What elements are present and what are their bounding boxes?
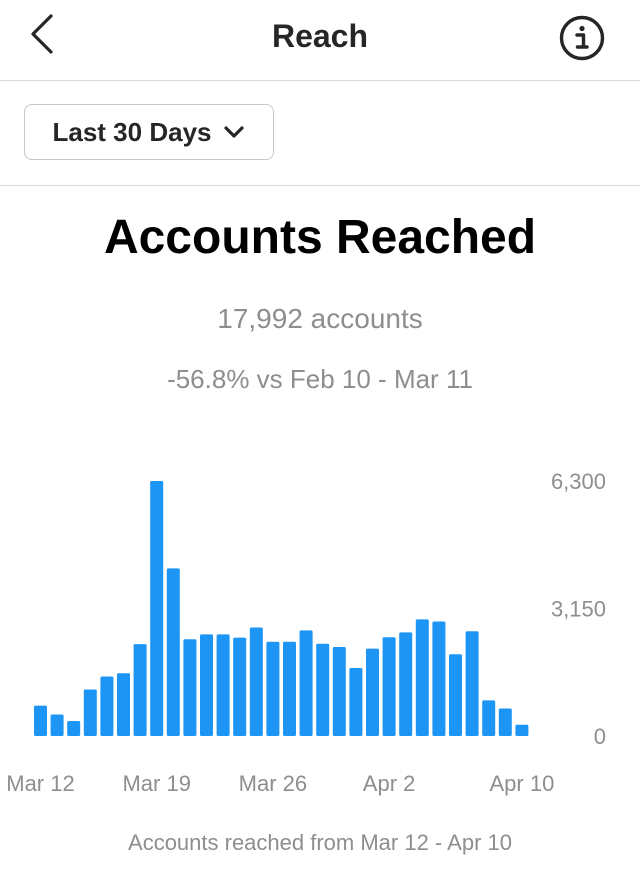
info-button[interactable]: [556, 12, 608, 64]
y-tick-label: 0: [594, 724, 606, 749]
chevron-down-icon: [224, 126, 245, 138]
chart-bar[interactable]: [366, 648, 379, 736]
chart-bar[interactable]: [67, 721, 81, 736]
chart-bar[interactable]: [50, 714, 64, 737]
chart-bar[interactable]: [166, 568, 180, 736]
reach-bar-chart: 0 3,150 6,300 Mar 12 Mar 19 Mar 26 Apr 2 Apr 10: [6, 469, 606, 796]
chart-bar[interactable]: [100, 676, 114, 737]
chart-bar[interactable]: [515, 724, 529, 736]
chart-bar[interactable]: [283, 641, 296, 736]
chart-bar[interactable]: [216, 634, 230, 736]
x-tick-label: Mar 19: [122, 771, 190, 796]
chart-bar[interactable]: [150, 481, 164, 736]
chart-bar[interactable]: [83, 689, 97, 737]
chart-bar[interactable]: [332, 647, 346, 736]
chart-bar[interactable]: [482, 700, 496, 736]
chart-bar[interactable]: [34, 705, 47, 736]
chart-bar[interactable]: [200, 634, 213, 736]
reach-screen: Reach Last 30 Days Accounts Reached 17,9…: [0, 0, 640, 888]
chart-bar[interactable]: [133, 644, 147, 736]
chart-bar[interactable]: [432, 621, 446, 737]
x-tick-label: Apr 10: [489, 771, 554, 796]
chart-bar[interactable]: [299, 630, 313, 736]
period-comparison: -56.8% vs Feb 10 - Mar 11: [167, 364, 473, 394]
chart-bar[interactable]: [249, 627, 263, 737]
top-bar: Reach: [0, 0, 640, 81]
chart-bar[interactable]: [117, 673, 130, 736]
y-tick-label: 3,150: [551, 597, 606, 622]
chart-bar[interactable]: [465, 631, 479, 736]
chart-footnote: Accounts reached from Mar 12 - Apr 10: [128, 830, 512, 855]
chart-bar[interactable]: [415, 619, 429, 736]
chart-bar[interactable]: [498, 708, 512, 737]
chart-bar[interactable]: [233, 637, 247, 736]
x-tick-label: Mar 26: [239, 771, 307, 796]
chart-bar[interactable]: [399, 632, 413, 736]
info-circle-icon: [559, 15, 605, 61]
y-tick-label: 6,300: [551, 469, 606, 494]
accounts-count: 17,992 accounts: [217, 303, 423, 334]
chart-bar[interactable]: [449, 654, 462, 736]
page-title: Reach: [271, 18, 369, 54]
x-tick-label: Mar 12: [6, 771, 74, 796]
filter-row: Last 30 Days: [0, 81, 640, 186]
date-range-label: Last 30 Days: [52, 116, 212, 147]
chart-bar[interactable]: [316, 643, 330, 736]
chart-bar[interactable]: [349, 668, 363, 736]
chart-bar[interactable]: [183, 639, 197, 736]
chart-bar[interactable]: [382, 637, 396, 736]
metric-heading: Accounts Reached: [103, 211, 537, 264]
x-tick-label: Apr 2: [363, 771, 416, 796]
date-range-dropdown[interactable]: Last 30 Days: [24, 104, 274, 160]
chart-bar[interactable]: [266, 641, 280, 736]
